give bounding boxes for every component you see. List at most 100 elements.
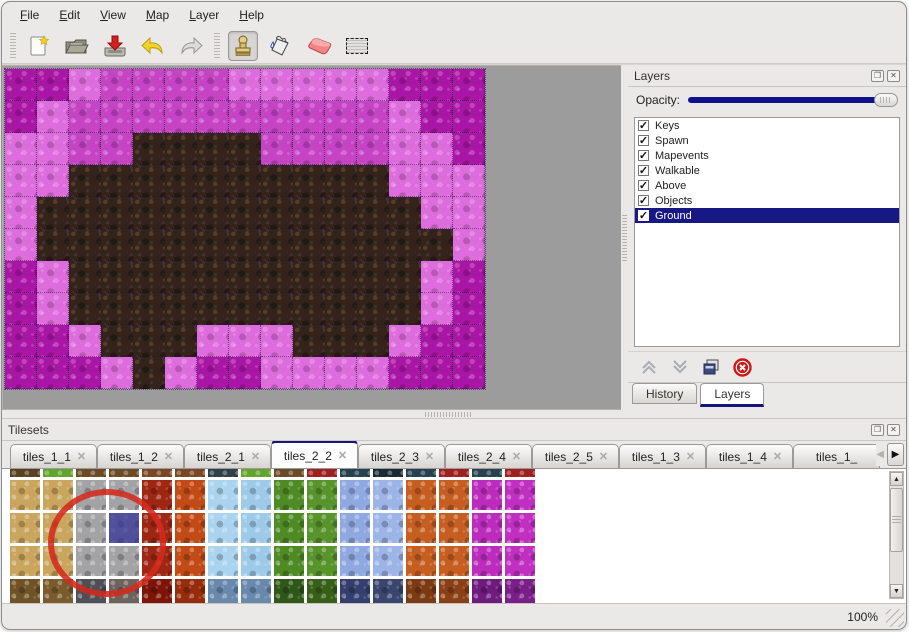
map-tile[interactable] — [229, 133, 261, 165]
tileset-tile[interactable] — [439, 513, 469, 543]
eraser-tool-button[interactable] — [304, 31, 334, 61]
map-tile[interactable] — [389, 69, 421, 101]
tileset-tile[interactable] — [175, 579, 205, 603]
map-tile[interactable] — [165, 293, 197, 325]
tileset-tab[interactable]: tiles_1_1 ✕ — [10, 444, 97, 468]
toolbar-grip-2[interactable] — [214, 33, 220, 59]
map-tile[interactable] — [101, 357, 133, 389]
map-tile[interactable] — [421, 325, 453, 357]
tileset-tile[interactable] — [76, 579, 106, 603]
map-tile[interactable] — [197, 229, 229, 261]
map-tile[interactable] — [229, 101, 261, 133]
map-tile[interactable] — [421, 357, 453, 389]
layer-checkbox[interactable]: ✓ — [638, 120, 649, 131]
close-tab-icon[interactable]: ✕ — [251, 450, 258, 463]
new-file-button[interactable] — [24, 31, 54, 61]
map-tile[interactable] — [261, 133, 293, 165]
tileset-tile[interactable] — [76, 480, 106, 510]
map-tile[interactable] — [165, 133, 197, 165]
map-tile[interactable] — [37, 261, 69, 293]
map-tile[interactable] — [357, 293, 389, 325]
map-tile[interactable] — [165, 101, 197, 133]
map-tile[interactable] — [37, 325, 69, 357]
map-tile[interactable] — [133, 133, 165, 165]
tileset-tile[interactable] — [175, 546, 205, 576]
tileset-tab-active[interactable]: tiles_2_2 ✕ — [271, 441, 358, 468]
map-tile[interactable] — [325, 165, 357, 197]
save-file-button[interactable] — [100, 31, 130, 61]
close-tab-icon[interactable]: ✕ — [425, 450, 432, 463]
tileset-tile[interactable] — [505, 469, 535, 477]
menu-view[interactable]: View — [90, 5, 136, 25]
tileset-tab[interactable]: tiles_1_2 ✕ — [97, 444, 184, 468]
map-tile[interactable] — [453, 357, 485, 389]
tileset-tile[interactable] — [208, 513, 238, 543]
map-tile[interactable] — [293, 357, 325, 389]
map-tile[interactable] — [293, 261, 325, 293]
tileset-tile[interactable] — [373, 480, 403, 510]
map-tile[interactable] — [69, 101, 101, 133]
raise-layer-button[interactable] — [638, 356, 660, 378]
map-tile[interactable] — [357, 197, 389, 229]
map-tile[interactable] — [325, 357, 357, 389]
map-tile[interactable] — [389, 325, 421, 357]
map-tile[interactable] — [389, 357, 421, 389]
map-tile[interactable] — [421, 197, 453, 229]
layer-checkbox[interactable]: ✓ — [638, 195, 649, 206]
tileset-tile[interactable] — [76, 513, 106, 543]
map-tile[interactable] — [37, 293, 69, 325]
map-tile[interactable] — [5, 101, 37, 133]
map-tile[interactable] — [261, 229, 293, 261]
map-tile[interactable] — [421, 261, 453, 293]
layer-checkbox[interactable]: ✓ — [638, 135, 649, 146]
tileset-tile[interactable] — [142, 546, 172, 576]
map-tile[interactable] — [133, 261, 165, 293]
map-tile[interactable] — [5, 69, 37, 101]
tileset-tile[interactable] — [373, 579, 403, 603]
map-tile[interactable] — [5, 229, 37, 261]
redo-button[interactable] — [176, 31, 206, 61]
map-tile[interactable] — [69, 293, 101, 325]
map-tile[interactable] — [69, 197, 101, 229]
tileset-tile[interactable] — [274, 579, 304, 603]
scroll-up-icon[interactable]: ▲ — [890, 472, 903, 486]
tileset-tile[interactable] — [208, 469, 238, 477]
opacity-slider-handle[interactable] — [874, 93, 898, 107]
map-tile[interactable] — [37, 69, 69, 101]
tileset-tile[interactable] — [307, 513, 337, 543]
map-tile[interactable] — [69, 133, 101, 165]
map-tile[interactable] — [229, 229, 261, 261]
map-tile[interactable] — [325, 133, 357, 165]
map-tile[interactable] — [421, 165, 453, 197]
map-tile[interactable] — [389, 133, 421, 165]
map-canvas[interactable] — [2, 65, 621, 410]
map-tile[interactable] — [261, 261, 293, 293]
map-tile[interactable] — [133, 101, 165, 133]
map-tile[interactable] — [165, 261, 197, 293]
horizontal-splitter-handle[interactable] — [425, 412, 471, 417]
map-tile[interactable] — [389, 101, 421, 133]
tileset-tile[interactable] — [241, 513, 271, 543]
layer-row-walkable[interactable]: ✓ Walkable — [635, 163, 899, 178]
tileset-tile[interactable] — [340, 480, 370, 510]
map-tile[interactable] — [325, 293, 357, 325]
tileset-tile[interactable] — [109, 469, 139, 477]
tileset-tile[interactable] — [142, 513, 172, 543]
map-tile[interactable] — [421, 133, 453, 165]
close-tab-icon[interactable]: ✕ — [338, 449, 345, 462]
map-tile[interactable] — [197, 197, 229, 229]
tileset-tab[interactable]: tiles_2_3 ✕ — [358, 444, 445, 468]
scrollbar-thumb[interactable] — [890, 488, 903, 552]
layer-row-objects[interactable]: ✓ Objects — [635, 193, 899, 208]
tileset-tile[interactable] — [175, 469, 205, 477]
map-tile[interactable] — [101, 197, 133, 229]
tileset-tile[interactable] — [406, 513, 436, 543]
map-tile[interactable] — [5, 261, 37, 293]
float-panel-icon[interactable]: ❐ — [871, 70, 884, 82]
map-tile[interactable] — [325, 325, 357, 357]
layer-row-spawn[interactable]: ✓ Spawn — [635, 133, 899, 148]
rect-select-tool-button[interactable] — [342, 31, 372, 61]
map-tile[interactable] — [421, 69, 453, 101]
menu-help[interactable]: Help — [229, 5, 274, 25]
tileset-tile[interactable] — [406, 480, 436, 510]
